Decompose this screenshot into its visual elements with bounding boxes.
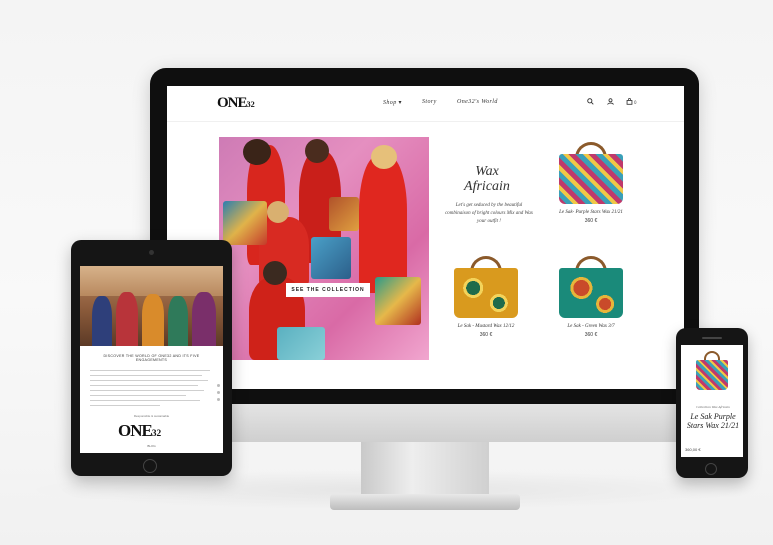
wax-bag <box>329 197 359 231</box>
product-name[interactable]: Le Sak - Mustard Wax 12/12 <box>440 324 532 329</box>
speaker-icon <box>702 337 722 339</box>
model-hair <box>305 139 329 163</box>
tablet-heading: DISCOVER THE WORLD OF ONE32 AND ITS FIVE… <box>103 354 200 362</box>
product-name[interactable]: Le Sak- Purple Stars Wax 21/21 <box>545 210 637 215</box>
see-collection-button[interactable]: SEE THE COLLECTION <box>286 283 370 297</box>
text-line <box>90 400 200 401</box>
top-navigation: ONE32 Shop ▾ Story One32's World 0 <box>167 86 684 122</box>
text-line <box>90 395 186 396</box>
hero-image: SEE THE COLLECTION <box>219 137 429 360</box>
product-price: 360 € <box>584 332 598 338</box>
product-image[interactable] <box>454 256 518 318</box>
model-hair <box>243 139 271 165</box>
monitor-chin <box>150 404 699 442</box>
bag-body <box>559 154 623 204</box>
phone-product-title[interactable]: Le Sak Purple Stars Wax 21/21 <box>685 412 741 430</box>
nav-item-world[interactable]: One32's World <box>457 99 498 105</box>
product-name[interactable]: Le Sak - Green Wax 3/7 <box>545 324 637 329</box>
search-icon[interactable] <box>587 98 594 107</box>
product-price: 360 € <box>584 218 598 224</box>
wax-bag <box>223 201 267 245</box>
phone-screen: Collection Wax Africain Le Sak Purple St… <box>681 345 743 457</box>
camera-icon <box>149 250 154 255</box>
chevron-down-icon: ▾ <box>398 100 402 106</box>
product-card[interactable]: Le Sak - Green Wax 3/7 360 € <box>545 256 637 338</box>
phone-product-price: 360,00 € <box>685 447 701 452</box>
product-image[interactable] <box>559 142 623 204</box>
scroll-dot[interactable] <box>217 398 220 401</box>
product-price: 360 € <box>479 332 493 338</box>
bag-body <box>559 268 623 318</box>
monitor-base <box>330 494 520 510</box>
model-hair <box>371 145 397 169</box>
nav-item-shop[interactable]: Shop ▾ <box>383 99 402 106</box>
tablet-kicker: Responsible & sustainable <box>133 414 170 418</box>
phone-product-image[interactable] <box>696 351 728 399</box>
tablet-caption: BLOG <box>147 444 156 448</box>
text-line <box>90 390 204 391</box>
feature-description: Let's get seduced by the beautiful combi… <box>445 203 533 224</box>
model-hair <box>263 261 287 285</box>
tablet-screen: DISCOVER THE WORLD OF ONE32 AND ITS FIVE… <box>80 266 223 453</box>
wax-bag <box>375 277 421 325</box>
site-logo[interactable]: ONE32 <box>217 95 255 112</box>
home-button[interactable] <box>143 459 157 473</box>
nav-item-story[interactable]: Story <box>422 99 437 105</box>
phone-kicker: Collection Wax Africain <box>696 405 730 409</box>
bag-body <box>454 268 518 318</box>
model-hair <box>267 201 289 223</box>
product-card[interactable]: Le Sak- Purple Stars Wax 21/21 360 € <box>545 142 637 224</box>
model-figure <box>359 155 407 293</box>
feature-title: Wax Africain <box>464 164 510 194</box>
wax-bag <box>277 327 325 360</box>
text-line <box>90 405 160 406</box>
scroll-dot[interactable] <box>217 391 220 394</box>
market-photo <box>80 266 223 346</box>
monitor-stand <box>361 442 489 496</box>
scroll-dot[interactable] <box>217 384 220 387</box>
product-card[interactable]: Le Sak - Mustard Wax 12/12 360 € <box>440 256 532 338</box>
user-icon[interactable] <box>607 98 614 107</box>
text-line <box>90 380 208 381</box>
text-line <box>90 370 210 371</box>
text-line <box>90 375 202 376</box>
home-button[interactable] <box>705 463 717 475</box>
text-line <box>90 385 198 386</box>
cart-count: 0 <box>634 100 637 105</box>
tablet-logo[interactable]: ONE32 <box>118 421 161 441</box>
cart-icon[interactable] <box>626 97 633 107</box>
wax-bag <box>311 237 351 279</box>
product-image[interactable] <box>559 256 623 318</box>
desktop-screen: ONE32 Shop ▾ Story One32's World 0 SEE T… <box>167 86 684 389</box>
